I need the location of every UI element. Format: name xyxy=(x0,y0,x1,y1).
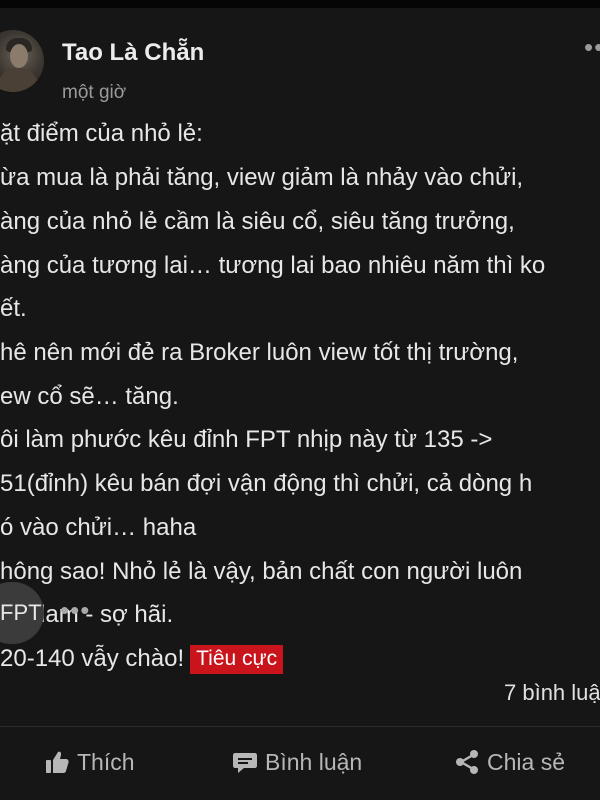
post-line: ew cổ sẽ… tăng. xyxy=(0,383,179,410)
thumbs-up-icon xyxy=(44,749,77,775)
top-strip xyxy=(0,0,600,8)
post-last-line: 20-140 vẫy chào! Tiêu cực xyxy=(0,643,284,675)
share-button[interactable]: Chia sẻ xyxy=(454,745,565,779)
post-line: àng của nhỏ lẻ cầm là siêu cổ, siêu tăng… xyxy=(0,208,515,235)
like-button[interactable]: Thích xyxy=(44,745,135,779)
avatar-face xyxy=(10,44,28,68)
post-line: ặt điểm của nhỏ lẻ: xyxy=(0,120,203,147)
stock-chip[interactable]: FPT xyxy=(0,582,44,644)
comment-label: Bình luận xyxy=(265,748,363,775)
avatar-body xyxy=(0,68,38,92)
post-line: ôi làm phước kêu đỉnh FPT nhịp này từ 13… xyxy=(0,426,493,453)
post-line: 51(đỉnh) kêu bán đợi vận động thì chửi, … xyxy=(0,470,533,497)
post-line: ó vào chửi… haha xyxy=(0,514,197,541)
more-horizontal-icon[interactable]: •• xyxy=(584,32,600,63)
divider xyxy=(0,726,600,727)
like-label: Thích xyxy=(77,748,135,775)
share-label: Chia sẻ xyxy=(487,748,565,775)
author-name[interactable]: Tao Là Chẵn xyxy=(62,39,204,67)
post-line: ết. xyxy=(0,295,27,322)
sentiment-tag[interactable]: Tiêu cực xyxy=(190,645,284,674)
post-line-text: 20-140 vẫy chào! xyxy=(0,645,185,672)
comment-count[interactable]: 7 bình luậ xyxy=(504,680,600,706)
post-line: hê nên mới đẻ ra Broker luôn view tốt th… xyxy=(0,339,519,366)
post-line: hông sao! Nhỏ lẻ là vậy, bản chất con ng… xyxy=(0,558,523,585)
comment-button[interactable]: Bình luận xyxy=(232,745,362,779)
post-line: ừa mua là phải tăng, view giảm là nhảy v… xyxy=(0,164,524,191)
share-icon xyxy=(454,749,487,775)
more-horizontal-icon[interactable]: ••• xyxy=(60,595,90,626)
stock-chip-label: FPT xyxy=(0,600,42,625)
comment-bubble-icon xyxy=(232,749,265,775)
avatar[interactable] xyxy=(0,30,44,92)
post-time: một giờ xyxy=(62,82,127,103)
post-card: Tao Là Chẵn một giờ •• ặt điểm của nhỏ l… xyxy=(0,8,600,800)
post-line: àng của tương lai… tương lai bao nhiêu n… xyxy=(0,252,546,279)
